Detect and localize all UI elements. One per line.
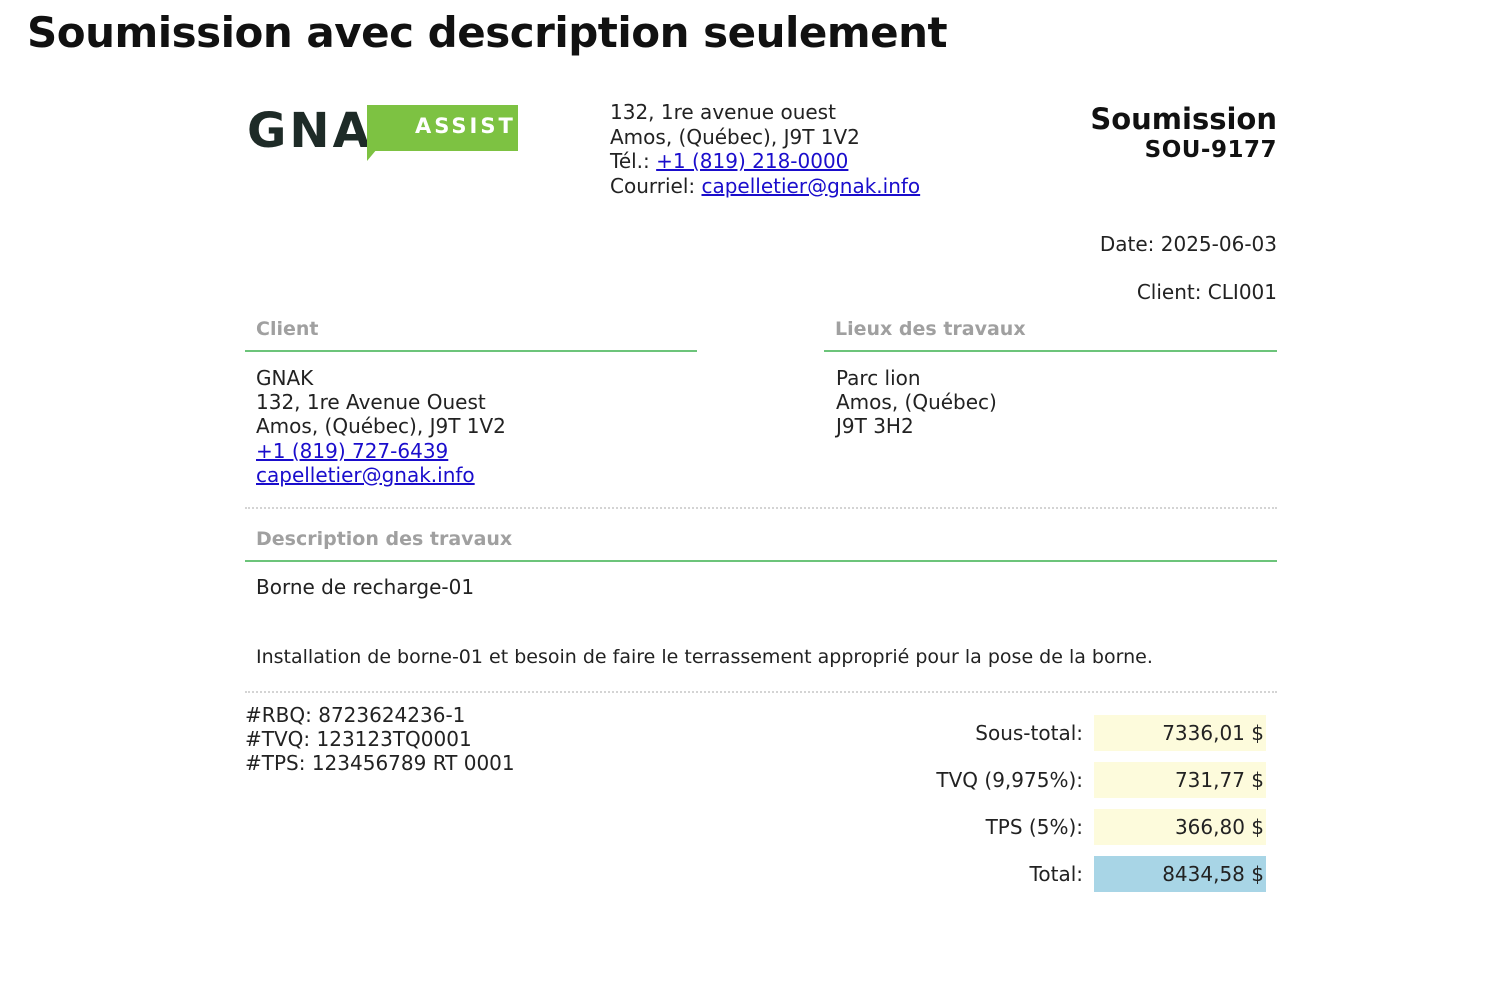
totals-row-total: Total: 8434,58 $ [845,856,1266,903]
rbq-number: #RBQ: 8723624236-1 [245,703,466,727]
tps-number: #TPS: 123456789 RT 0001 [245,751,515,776]
company-info: 132, 1re avenue ouest Amos, (Québec), J9… [610,100,920,198]
logo-badge-text: ASSIST [415,114,516,138]
client-details: GNAK 132, 1re Avenue Ouest Amos, (Québec… [256,366,506,487]
work-location-details: Parc lion Amos, (Québec) J9T 3H2 [836,366,997,439]
document-title: Soumission [1090,102,1277,136]
description-heading: Description des travaux [245,525,1277,562]
company-email-link[interactable]: capelletier@gnak.info [701,174,920,198]
company-phone-link[interactable]: +1 (819) 218-0000 [656,149,848,173]
document-number: SOU-9177 [1144,137,1277,163]
description-text: Installation de borne-01 et besoin de fa… [256,646,1153,668]
company-email-row: Courriel: capelletier@gnak.info [610,174,920,199]
totals-table: Sous-total: 7336,01 $ TVQ (9,975%): 731,… [845,715,1266,903]
company-logo: GNAK ASSIST [247,105,522,165]
dotted-divider [245,691,1277,693]
total-label: Total: [1029,862,1083,886]
tvq-label: TVQ (9,975%): [936,768,1083,792]
tps-label: TPS (5%): [985,815,1083,839]
totals-row-tvq: TVQ (9,975%): 731,77 $ [845,762,1266,809]
tax-registration-ids: #RBQ: 8723624236-1 #TVQ: 123123TQ0001 #T… [245,703,515,776]
client-email-link[interactable]: capelletier@gnak.info [256,463,475,487]
work-location-line2: Amos, (Québec) [836,390,997,415]
work-location-line1: Parc lion [836,366,921,390]
document-client-code: Client: CLI001 [1136,280,1277,304]
client-address-line1: 132, 1re Avenue Ouest [256,390,486,415]
totals-row-tps: TPS (5%): 366,80 $ [845,809,1266,856]
client-address-line2: Amos, (Québec), J9T 1V2 [256,414,506,439]
work-location-heading: Lieux des travaux [824,315,1277,352]
client-name: GNAK [256,366,314,390]
tvq-number: #TVQ: 123123TQ0001 [245,727,472,752]
tvq-value: 731,77 $ [1094,762,1266,798]
client-section-heading: Client [245,315,697,352]
document-title-block: Soumission SOU-9177 [1090,103,1277,165]
company-email-label: Courriel: [610,173,702,198]
quote-document: GNAK ASSIST 132, 1re avenue ouest Amos, … [245,95,1277,935]
company-address-line2: Amos, (Québec), J9T 1V2 [610,124,860,149]
company-phone-row: Tél.: +1 (819) 218-0000 [610,149,920,174]
subtotal-value: 7336,01 $ [1094,715,1266,751]
total-value: 8434,58 $ [1094,856,1266,892]
work-location-line3: J9T 3H2 [836,414,914,439]
company-phone-label: Tél.: [610,149,657,173]
description-title: Borne de recharge-01 [256,575,475,599]
company-address-line1: 132, 1re avenue ouest [610,100,836,124]
dotted-divider [245,507,1277,509]
tps-value: 366,80 $ [1094,809,1266,845]
totals-row-subtotal: Sous-total: 7336,01 $ [845,715,1266,762]
logo-badge-tail [367,149,385,161]
client-phone-link[interactable]: +1 (819) 727-6439 [256,439,448,463]
page-heading: Soumission avec description seulement [27,8,948,57]
document-date: Date: 2025-06-03 [1099,232,1277,256]
subtotal-label: Sous-total: [975,721,1083,745]
